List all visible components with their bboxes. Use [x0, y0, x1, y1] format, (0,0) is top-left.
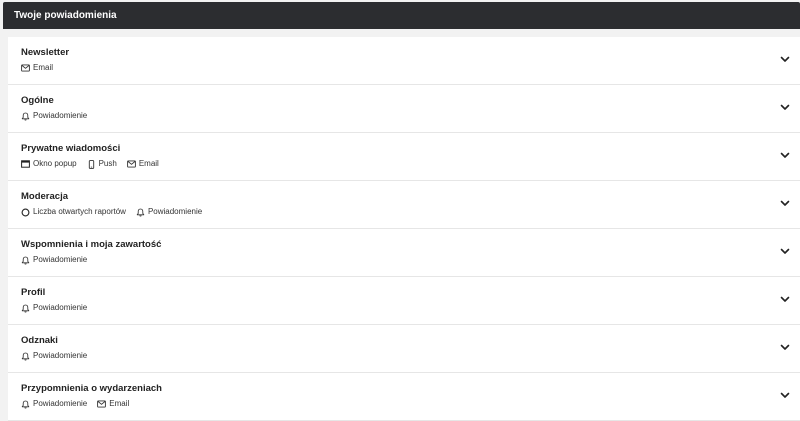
channel-label: Powiadomienie	[33, 111, 88, 120]
page-title: Twoje powiadomienia	[14, 10, 117, 21]
channel-label: Okno popup	[33, 159, 77, 168]
bell-icon	[21, 256, 30, 265]
section-title: Prywatne wiadomości	[21, 143, 121, 154]
section-channels: Powiadomienie	[21, 350, 97, 362]
chevron-down-icon[interactable]	[780, 296, 790, 304]
channel-label: Email	[138, 159, 159, 168]
section-channels: Email	[21, 62, 63, 74]
chevron-down-icon[interactable]	[780, 104, 790, 112]
notification-section-moderacja[interactable]: Moderacja Liczba otwartych raportów Powiad…	[8, 181, 800, 229]
channel-powiadomienie: Powiadomienie	[21, 398, 87, 410]
channel-powiadomienie: Powiadomienie	[21, 254, 87, 266]
channel-label: Powiadomienie	[33, 303, 88, 312]
chevron-down-icon[interactable]	[780, 152, 790, 160]
channel-label: Powiadomienie	[147, 207, 203, 216]
notifications-header: Twoje powiadomienia	[3, 2, 800, 29]
channel-email: Email	[126, 158, 159, 170]
channel-label: Push	[98, 159, 117, 168]
channel-email: Email	[21, 62, 53, 74]
channel-label: Powiadomienie	[33, 351, 88, 360]
notification-sections-list: Newsletter Email Ogólne Powiadomienie Prywat…	[8, 37, 800, 421]
bell-icon	[136, 208, 145, 217]
section-channels: Okno popup Push Email	[21, 158, 169, 170]
channel-powiadomienie: Powiadomienie	[21, 350, 87, 362]
notification-section-newsletter[interactable]: Newsletter Email	[8, 37, 800, 85]
channel-label: Email	[109, 399, 130, 408]
notification-section-profil[interactable]: Profil Powiadomienie	[8, 277, 800, 325]
circle-icon	[21, 208, 30, 217]
section-title: Wspomnienia i moja zawartość	[21, 239, 162, 250]
channel-powiadomienie: Powiadomienie	[136, 206, 202, 218]
bell-icon	[21, 352, 30, 361]
chevron-down-icon[interactable]	[780, 392, 790, 400]
section-title: Przypomnienia o wydarzeniach	[21, 383, 162, 394]
mail-icon	[21, 64, 30, 73]
notification-section-przypomnienia-o-wydarzeniach[interactable]: Przypomnienia o wydarzeniach Powiadomieni…	[8, 373, 800, 421]
notification-section-wspomnienia-i-moja-zawartosc[interactable]: Wspomnienia i moja zawartość Powiadomieni…	[8, 229, 800, 277]
section-title: Moderacja	[21, 191, 68, 202]
channel-push: Push	[87, 158, 117, 170]
chevron-down-icon[interactable]	[780, 200, 790, 208]
notifications-page: Twoje powiadomienia Newsletter Email Ogóln…	[0, 0, 800, 421]
channel-liczba-otwartych-raportow: Liczba otwartych raportów	[21, 206, 126, 218]
section-channels: Powiadomienie	[21, 254, 97, 266]
channel-okno-popup: Okno popup	[21, 158, 77, 170]
bell-icon	[21, 112, 30, 121]
section-title: Ogólne	[21, 95, 54, 106]
section-channels: Powiadomienie	[21, 110, 97, 122]
bell-icon	[21, 400, 30, 409]
chevron-down-icon[interactable]	[780, 56, 790, 64]
mail-icon	[97, 400, 107, 409]
chevron-down-icon[interactable]	[780, 248, 790, 256]
section-title: Odznaki	[21, 335, 58, 346]
section-title: Profil	[21, 287, 46, 298]
mail-icon	[126, 160, 136, 169]
channel-label: Liczba otwartych raportów	[33, 207, 126, 216]
section-channels: Powiadomienie	[21, 302, 97, 314]
notification-section-odznaki[interactable]: Odznaki Powiadomienie	[8, 325, 800, 373]
notification-section-ogolne[interactable]: Ogólne Powiadomienie	[8, 85, 800, 133]
section-channels: Liczba otwartych raportów Powiadomienie	[21, 206, 212, 218]
channel-powiadomienie: Powiadomienie	[21, 110, 87, 122]
section-title: Newsletter	[21, 47, 70, 58]
phone-icon	[87, 159, 96, 169]
channel-label: Email	[33, 63, 54, 72]
channel-powiadomienie: Powiadomienie	[21, 302, 87, 314]
section-channels: Powiadomienie Email	[21, 398, 139, 410]
bell-icon	[21, 304, 30, 313]
chevron-down-icon[interactable]	[780, 344, 790, 352]
channel-email: Email	[97, 398, 129, 410]
window-icon	[21, 160, 30, 169]
channel-label: Powiadomienie	[33, 399, 88, 408]
channel-label: Powiadomienie	[33, 255, 88, 264]
notification-section-prywatne-wiadomosci[interactable]: Prywatne wiadomości Okno popup Push Email	[8, 133, 800, 181]
